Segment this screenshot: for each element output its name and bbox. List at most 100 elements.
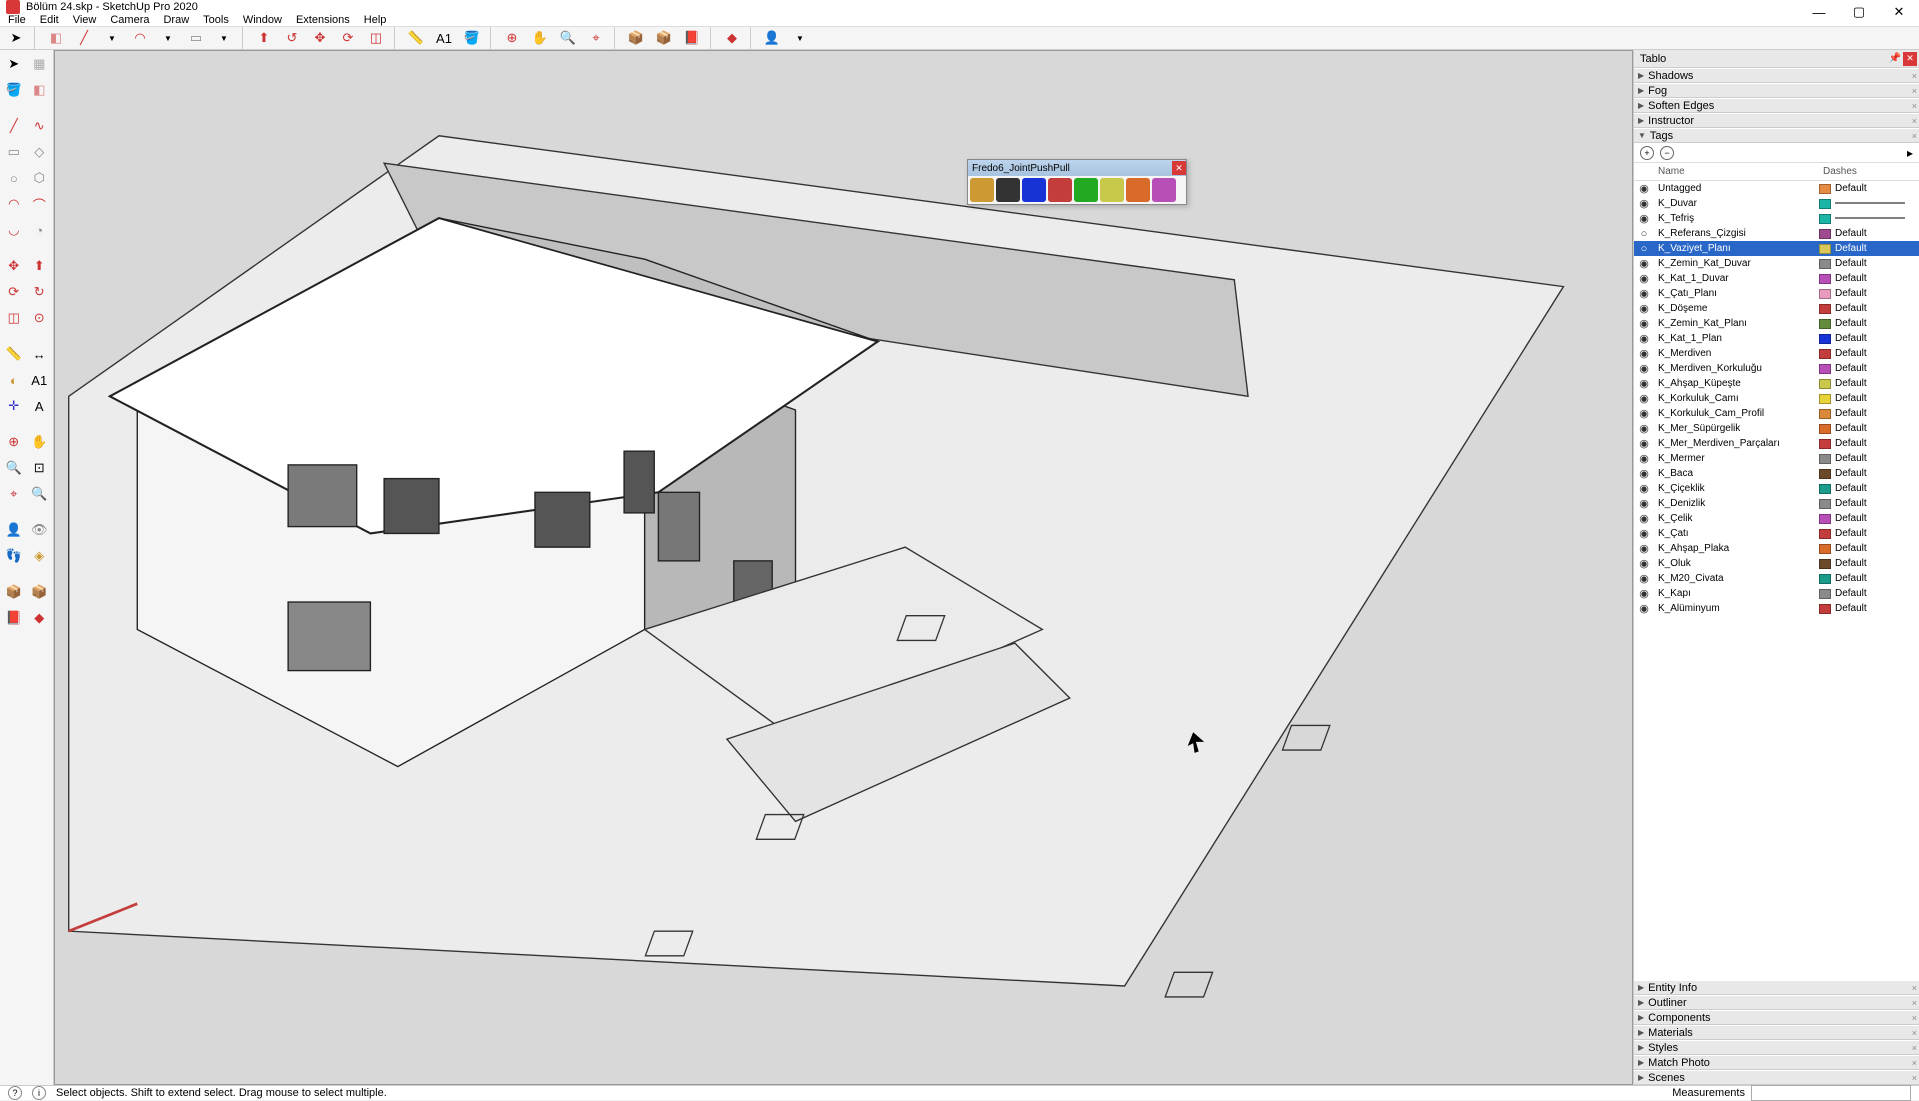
jpp-tool-4[interactable] (1048, 178, 1072, 202)
fredo6-jointpushpull-panel[interactable]: Fredo6_JointPushPull ✕ (967, 159, 1187, 205)
tape-tool[interactable]: 📏 (404, 27, 428, 49)
remove-tag-button[interactable]: − (1660, 146, 1674, 160)
tag-row[interactable]: ◉K_Ahşap_PlakaDefault (1634, 541, 1919, 556)
tag-row[interactable]: ◉K_DöşemeDefault (1634, 301, 1919, 316)
section-soften-edges[interactable]: ▶Soften Edges× (1634, 98, 1919, 113)
walk-tool[interactable]: 👣 (2, 544, 26, 568)
zoom-tool[interactable]: 🔍 (556, 27, 580, 49)
tag-row[interactable]: ◉K_ÇelikDefault (1634, 511, 1919, 526)
tape-tool[interactable]: 📏 (2, 342, 26, 366)
tag-row[interactable]: ◉K_Zemin_Kat_PlanıDefault (1634, 316, 1919, 331)
tag-row[interactable]: ◉K_ÇiçeklikDefault (1634, 481, 1919, 496)
orbit-tool[interactable]: ⊕ (500, 27, 524, 49)
rotated-rect-tool[interactable]: ◇ (28, 140, 52, 164)
pan-tool[interactable]: ✋ (28, 430, 52, 454)
offset-tool[interactable]: ↺ (280, 27, 304, 49)
tag-row[interactable]: ◉K_Mer_Merdiven_ParçalarıDefault (1634, 436, 1919, 451)
section-scenes[interactable]: ▶Scenes× (1634, 1070, 1919, 1085)
tag-row[interactable]: ◉K_Korkuluk_CamıDefault (1634, 391, 1919, 406)
component-tool[interactable]: ▦ (28, 52, 52, 76)
axes-tool[interactable]: ✛ (2, 394, 26, 418)
zoom-extents-tool[interactable]: ⌖ (2, 482, 26, 506)
paint-tool[interactable]: 🪣 (2, 78, 26, 102)
line-tool[interactable]: ╱ (72, 27, 96, 49)
jpp-tool-8[interactable] (1152, 178, 1176, 202)
text-tool[interactable]: A1 (432, 27, 456, 49)
tag-row[interactable]: ◉K_DenizlikDefault (1634, 496, 1919, 511)
section-styles[interactable]: ▶Styles× (1634, 1040, 1919, 1055)
select-tool[interactable]: ➤ (2, 52, 26, 76)
ruby-tool[interactable]: ◆ (28, 606, 52, 630)
tag-row[interactable]: ◉K_Korkuluk_Cam_ProfilDefault (1634, 406, 1919, 421)
protractor-tool[interactable]: ◐ (2, 368, 26, 392)
tag-row[interactable]: ○K_Referans_ÇizgisiDefault (1634, 226, 1919, 241)
tag-row[interactable]: ◉K_ÇatıDefault (1634, 526, 1919, 541)
circle-tool[interactable]: ○ (2, 166, 26, 190)
section-shadows[interactable]: ▶Shadows× (1634, 68, 1919, 83)
tag-menu-icon[interactable]: ▸ (1907, 146, 1913, 160)
freehand-tool[interactable]: ∿ (28, 114, 52, 138)
info-icon[interactable]: i (32, 1086, 46, 1100)
paint-tool[interactable]: 🪣 (460, 27, 484, 49)
tag-row[interactable]: ◉K_Zemin_Kat_DuvarDefault (1634, 256, 1919, 271)
3dtext-tool[interactable]: A (28, 394, 52, 418)
maximize-button[interactable]: ▢ (1839, 0, 1879, 24)
zoom-extents-tool[interactable]: ⌖ (584, 27, 608, 49)
pie-tool[interactable]: ◔ (28, 218, 52, 242)
dropdown-icon[interactable]: ▼ (212, 27, 236, 49)
section-tags[interactable]: ▼Tags× (1634, 128, 1919, 143)
section-match-photo[interactable]: ▶Match Photo× (1634, 1055, 1919, 1070)
ruby-tool[interactable]: ◆ (720, 27, 744, 49)
column-dashes[interactable]: Dashes (1819, 166, 1919, 177)
orbit-tool[interactable]: ⊕ (2, 430, 26, 454)
section-materials[interactable]: ▶Materials× (1634, 1025, 1919, 1040)
tag-row[interactable]: ◉K_KapıDefault (1634, 586, 1919, 601)
scale-tool[interactable]: ◫ (364, 27, 388, 49)
move-tool[interactable]: ✥ (308, 27, 332, 49)
viewport-3d[interactable]: Fredo6_JointPushPull ✕ (54, 50, 1633, 1085)
tag-row[interactable]: ◉K_AlüminyumDefault (1634, 601, 1919, 616)
minimize-button[interactable]: — (1799, 0, 1839, 24)
pan-tool[interactable]: ✋ (528, 27, 552, 49)
pushpull-tool[interactable]: ⬆ (252, 27, 276, 49)
pushpull-tool[interactable]: ⬆ (28, 254, 52, 278)
menu-view[interactable]: View (73, 14, 97, 26)
section-entity-info[interactable]: ▶Entity Info× (1634, 980, 1919, 995)
shape-tool[interactable]: ▭ (184, 27, 208, 49)
menu-help[interactable]: Help (364, 14, 387, 26)
eraser-tool[interactable]: ◧ (28, 78, 52, 102)
tag-row[interactable]: ◉K_Ahşap_KüpeşteDefault (1634, 376, 1919, 391)
close-icon[interactable]: ✕ (1903, 52, 1917, 66)
arc3-tool[interactable]: ◡ (2, 218, 26, 242)
zoom-tool[interactable]: 🔍 (2, 456, 26, 480)
tag-row[interactable]: ◉K_Kat_1_PlanDefault (1634, 331, 1919, 346)
tag-row[interactable]: ◉K_OlukDefault (1634, 556, 1919, 571)
rotate-tool[interactable]: ⟳ (2, 280, 26, 304)
arc-tool[interactable]: ◠ (128, 27, 152, 49)
dimension-tool[interactable]: ↔ (28, 342, 52, 366)
warehouse-tool[interactable]: 📦 (624, 27, 648, 49)
help-icon[interactable]: ? (8, 1086, 22, 1100)
eraser-tool[interactable]: ◧ (44, 27, 68, 49)
tag-row[interactable]: ◉UntaggedDefault (1634, 181, 1919, 196)
tag-row[interactable]: ◉K_Mer_SüpürgelikDefault (1634, 421, 1919, 436)
tag-row[interactable]: ◉K_MerdivenDefault (1634, 346, 1919, 361)
column-name[interactable]: Name (1654, 166, 1819, 177)
polygon-tool[interactable]: ⬡ (28, 166, 52, 190)
measurements-input[interactable] (1751, 1085, 1911, 1101)
section-fog[interactable]: ▶Fog× (1634, 83, 1919, 98)
close-button[interactable]: ✕ (1879, 0, 1919, 24)
dropdown-icon[interactable]: ▼ (100, 27, 124, 49)
arc2-tool[interactable]: ⌒ (28, 192, 52, 216)
menu-file[interactable]: File (8, 14, 26, 26)
move-tool[interactable]: ✥ (2, 254, 26, 278)
menu-camera[interactable]: Camera (110, 14, 149, 26)
dropdown-icon[interactable]: ▼ (788, 27, 812, 49)
user-button[interactable]: 👤 (760, 27, 784, 49)
menu-edit[interactable]: Edit (40, 14, 59, 26)
previous-tool[interactable]: 🔍 (28, 482, 52, 506)
tag-row[interactable]: ◉K_Tefriş (1634, 211, 1919, 226)
warehouse-share-tool[interactable]: 📦 (28, 580, 52, 604)
jpp-tool-7[interactable] (1126, 178, 1150, 202)
section-outliner[interactable]: ▶Outliner× (1634, 995, 1919, 1010)
